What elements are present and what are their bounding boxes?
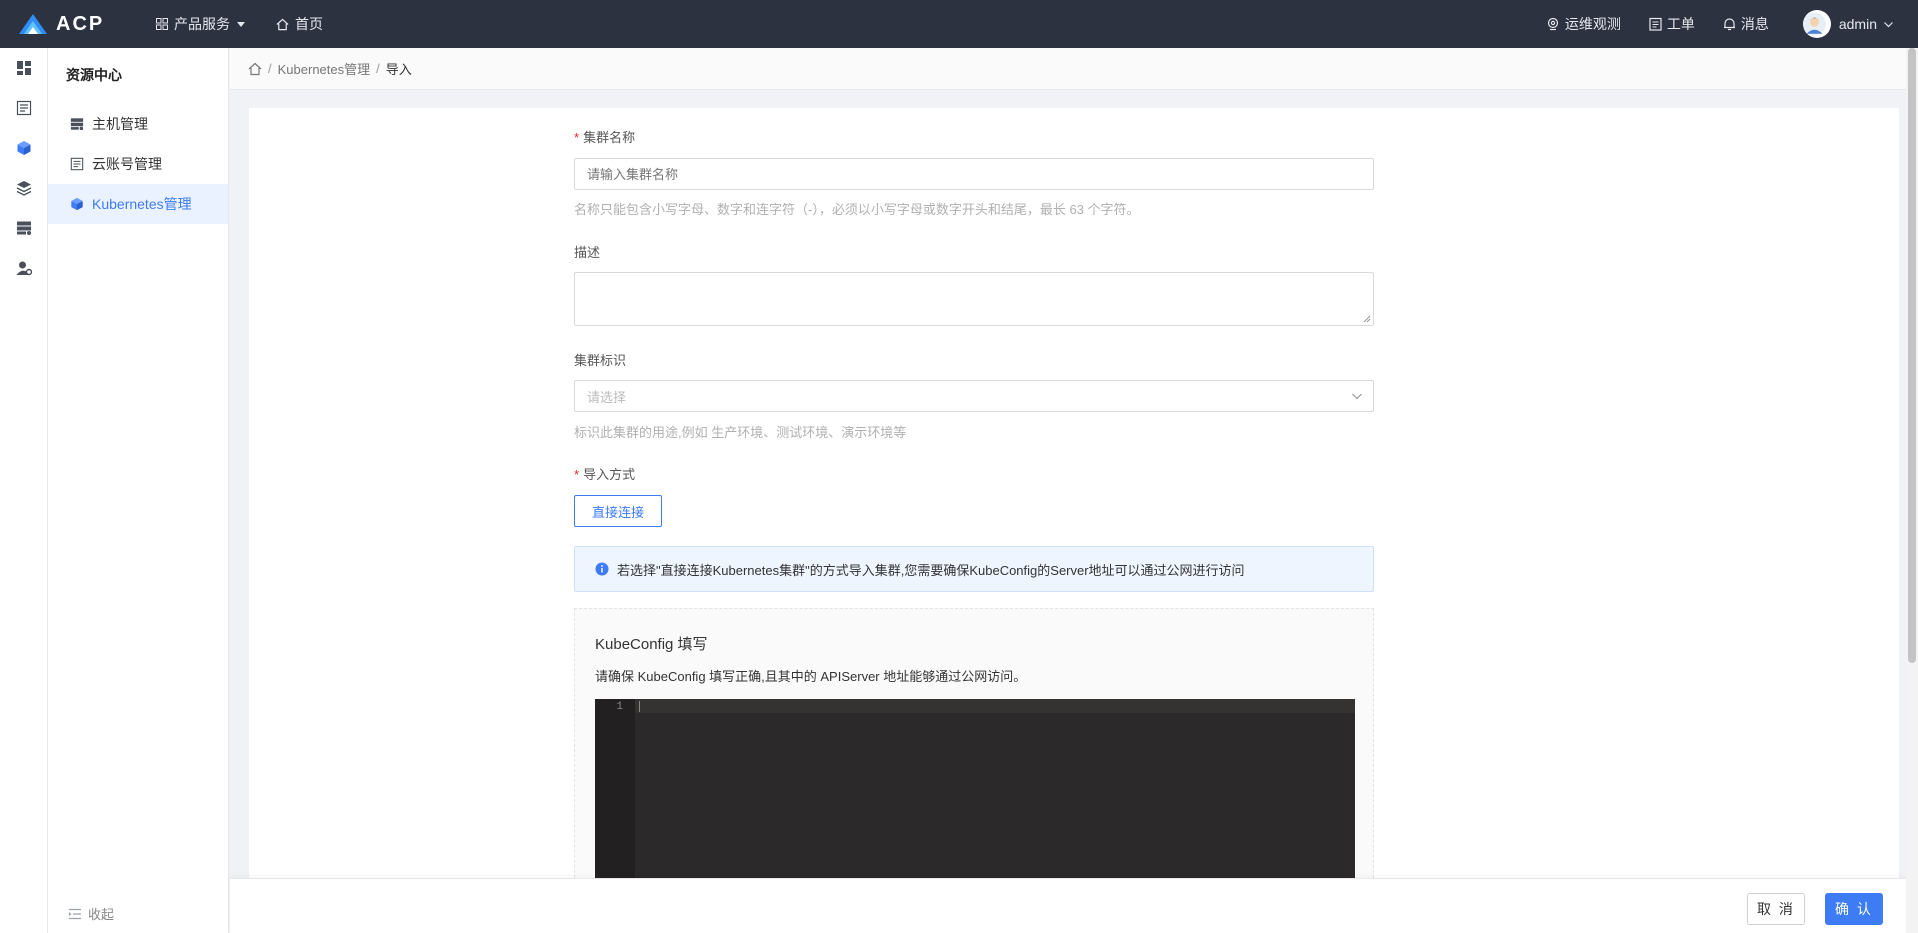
cluster-tag-placeholder: 请选择 xyxy=(587,389,627,405)
cluster-tag-label: 集群标识 xyxy=(574,353,627,368)
rail-cube[interactable] xyxy=(0,128,48,168)
chevron-down-icon xyxy=(1352,393,1362,400)
scrollbar-thumb[interactable] xyxy=(1908,48,1916,663)
bell-icon xyxy=(1723,18,1735,31)
ops-observe-label: 运维观测 xyxy=(1564,16,1621,32)
line-number: 1 xyxy=(616,701,623,713)
editor-active-line xyxy=(635,699,1355,713)
message-link[interactable]: 消息 xyxy=(1723,14,1769,34)
sidebar-item-label: 云账号管理 xyxy=(92,156,162,172)
home-link[interactable]: 首页 xyxy=(276,14,323,34)
grid-icon xyxy=(156,18,168,30)
kubeconfig-panel: KubeConfig 填写 请确保 KubeConfig 填写正确,且其中的 A… xyxy=(574,608,1374,933)
breadcrumb-separator: / xyxy=(268,61,272,76)
message-label: 消息 xyxy=(1740,16,1769,32)
info-icon xyxy=(595,562,609,576)
user-name: admin xyxy=(1838,16,1877,32)
rail-document[interactable] xyxy=(0,88,48,128)
cube-icon xyxy=(71,197,83,211)
rail-server[interactable] xyxy=(0,208,48,248)
cluster-tag-help: 标识此集群的用途,例如 生产环境、测试环境、演示环境等 xyxy=(574,425,907,440)
import-method-label: * 导入方式 xyxy=(574,464,635,483)
direct-connect-button[interactable]: 直接连接 xyxy=(574,495,662,527)
acp-logo-icon xyxy=(19,14,47,34)
cluster-name-label: * 集群名称 xyxy=(574,127,635,146)
collapse-label: 收起 xyxy=(88,907,115,922)
user-settings-icon xyxy=(16,261,32,276)
logo[interactable]: ACP xyxy=(0,13,140,36)
ticket-label: 工单 xyxy=(1666,16,1695,32)
collapse-button[interactable]: 收起 xyxy=(68,904,114,923)
rail-user-settings[interactable] xyxy=(0,248,48,288)
collapse-menu-icon xyxy=(69,908,81,919)
info-alert: 若选择"直接连接Kubernetes集群"的方式导入集群,您需要确保KubeCo… xyxy=(574,546,1374,592)
clipboard-icon xyxy=(1649,17,1662,31)
chevron-down-icon xyxy=(1884,21,1893,27)
import-method-label-text: 导入方式 xyxy=(583,467,636,482)
description-textarea[interactable] xyxy=(574,272,1374,326)
import-form-card: *集群名称 名称只能包含小写字母、数字和连字符（-），必须以小写字母或数字开头和… xyxy=(249,108,1899,933)
dashboard-icon xyxy=(17,61,31,75)
editor-cursor xyxy=(639,701,640,712)
rail-dashboard[interactable] xyxy=(0,48,48,88)
cancel-button[interactable]: 取 消 xyxy=(1747,893,1805,925)
resize-handle-icon[interactable] xyxy=(1363,315,1371,323)
breadcrumb-current: 导入 xyxy=(385,62,412,77)
ticket-link[interactable]: 工单 xyxy=(1649,14,1695,34)
camera-icon xyxy=(1547,17,1558,31)
required-mark: * xyxy=(574,130,580,145)
sidebar-item-cloud-account[interactable]: 云账号管理 xyxy=(48,144,228,184)
avatar xyxy=(1802,10,1831,38)
side-menu-title: 资源中心 xyxy=(66,67,122,83)
breadcrumb-separator: / xyxy=(376,61,380,76)
user-menu[interactable]: admin xyxy=(1802,10,1894,38)
cube-icon xyxy=(17,141,31,155)
server-icon xyxy=(70,118,84,131)
home-icon[interactable] xyxy=(248,62,262,76)
page-scrollbar[interactable] xyxy=(1906,48,1918,933)
form-footer: 取 消 确 认 xyxy=(230,878,1918,933)
cluster-name-help: 名称只能包含小写字母、数字和连字符（-），必须以小写字母或数字开头和结尾，最长 … xyxy=(574,202,1140,217)
breadcrumb: / Kubernetes管理 / 导入 xyxy=(230,48,1918,90)
user-avatar-icon xyxy=(1802,12,1826,36)
document-list-icon xyxy=(70,157,84,171)
top-bar: ACP 产品服务 首页 运维观测 工单 消息 admin xyxy=(0,0,1918,48)
home-label: 首页 xyxy=(295,16,323,32)
sidebar-item-host[interactable]: 主机管理 xyxy=(48,104,228,144)
caret-down-icon xyxy=(237,22,245,27)
server-icon xyxy=(17,221,31,235)
products-menu[interactable]: 产品服务 xyxy=(156,14,246,34)
logo-text: ACP xyxy=(56,12,105,35)
kubeconfig-description: 请确保 KubeConfig 填写正确,且其中的 APIServer 地址能够通… xyxy=(595,669,1027,684)
sidebar-item-kubernetes[interactable]: Kubernetes管理 xyxy=(48,184,228,224)
cluster-name-label-text: 集群名称 xyxy=(583,130,636,145)
side-menu: 资源中心 主机管理 云账号管理 Kubernetes管理 收起 xyxy=(48,48,229,933)
kubeconfig-title: KubeConfig 填写 xyxy=(595,636,708,653)
ops-observe-link[interactable]: 运维观测 xyxy=(1546,14,1621,34)
icon-rail xyxy=(0,48,48,933)
products-label: 产品服务 xyxy=(174,16,230,32)
cluster-name-input[interactable] xyxy=(574,158,1374,190)
home-icon xyxy=(276,18,289,30)
layers-icon xyxy=(16,181,32,196)
document-list-icon xyxy=(16,100,32,116)
cluster-tag-select[interactable]: 请选择 xyxy=(574,380,1374,412)
sidebar-item-label: 主机管理 xyxy=(92,116,148,132)
rail-layers[interactable] xyxy=(0,168,48,208)
sidebar-item-label: Kubernetes管理 xyxy=(92,196,192,212)
required-mark: * xyxy=(574,467,580,482)
alert-text: 若选择"直接连接Kubernetes集群"的方式导入集群,您需要确保KubeCo… xyxy=(617,562,1245,578)
description-label: 描述 xyxy=(574,245,601,260)
confirm-button[interactable]: 确 认 xyxy=(1825,893,1883,925)
breadcrumb-kubernetes[interactable]: Kubernetes管理 xyxy=(278,59,371,78)
